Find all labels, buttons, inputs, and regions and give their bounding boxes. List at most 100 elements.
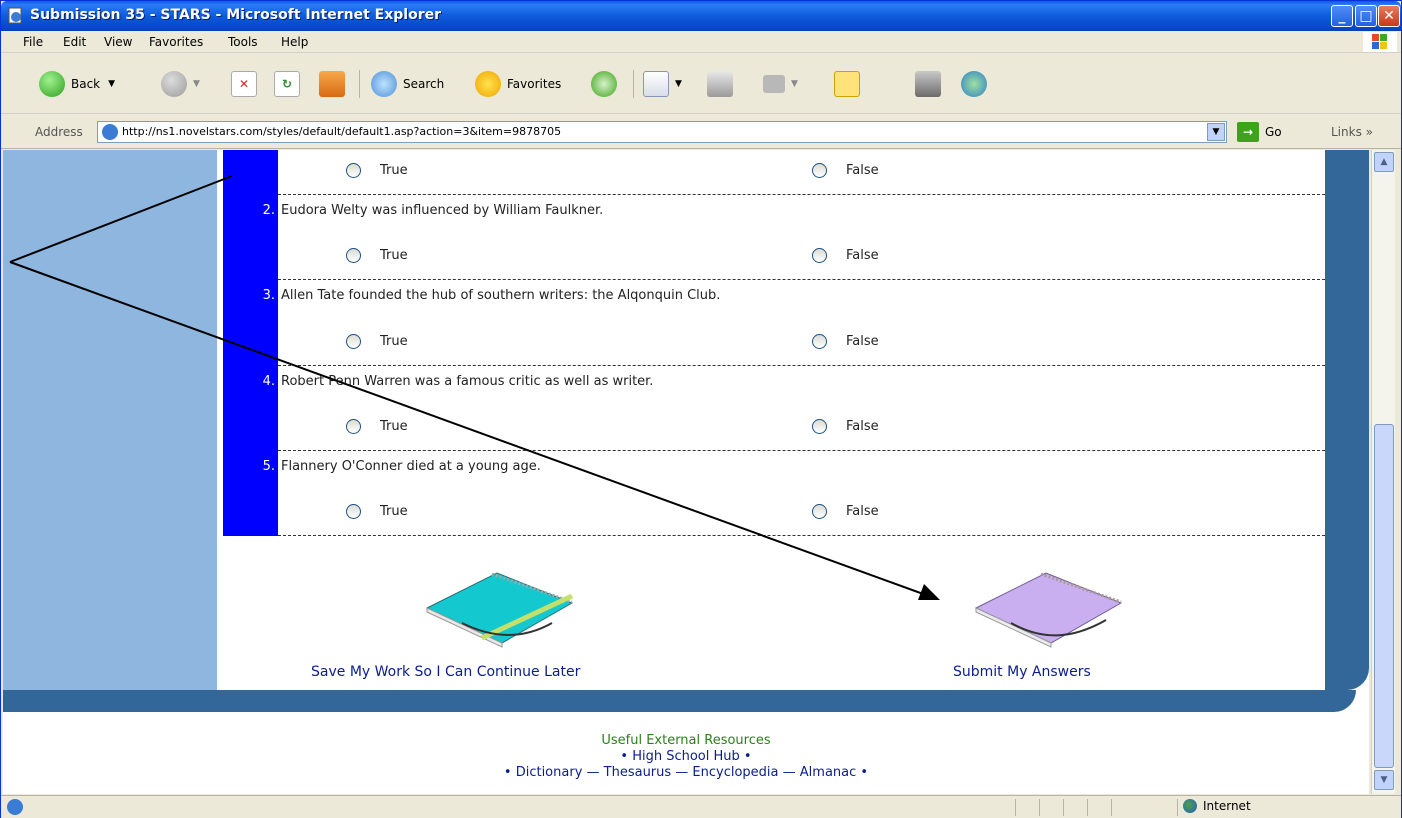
- question-number: 5.: [262, 459, 275, 474]
- back-arrow-icon: [39, 71, 65, 97]
- radio-button[interactable]: [812, 163, 827, 178]
- title-bar: Submission 35 - STARS - Microsoft Intern…: [1, 1, 1401, 31]
- answer-false[interactable]: False: [812, 163, 879, 178]
- radio-button[interactable]: [346, 334, 361, 349]
- question-text: Flannery O'Conner died at a young age.: [281, 459, 541, 474]
- refresh-icon: ↻: [274, 71, 300, 97]
- save-notebook-icon[interactable]: [422, 568, 582, 648]
- standard-toolbar: Back ▼ ▼ ✕ ↻ Search Favorites ▼ ▼: [1, 54, 1401, 114]
- favorites-label: Favorites: [507, 77, 562, 91]
- edit-dropdown-icon[interactable]: ▼: [791, 79, 798, 89]
- menu-view[interactable]: View: [104, 35, 132, 49]
- status-divider: [1177, 799, 1178, 816]
- answer-label: False: [846, 419, 879, 434]
- footer-reference-links[interactable]: • Dictionary — Thesaurus — Encyclopedia …: [3, 765, 1369, 780]
- scroll-up-button[interactable]: ▲: [1374, 152, 1394, 172]
- back-label: Back: [71, 77, 101, 91]
- submit-answers-link[interactable]: Submit My Answers: [953, 664, 1091, 680]
- radio-button[interactable]: [346, 163, 361, 178]
- status-divider: [1039, 799, 1040, 816]
- maximize-button[interactable]: □: [1355, 5, 1377, 27]
- answer-true[interactable]: True: [346, 163, 408, 178]
- history-button[interactable]: [591, 68, 623, 100]
- research-button[interactable]: [915, 68, 947, 100]
- bottom-frame-band: [3, 690, 1356, 712]
- window-title: Submission 35 - STARS - Microsoft Intern…: [30, 7, 442, 23]
- forward-button[interactable]: ▼: [161, 68, 200, 100]
- menu-favorites[interactable]: Favorites: [149, 35, 203, 49]
- favorites-button[interactable]: Favorites: [475, 68, 561, 100]
- address-field[interactable]: http://ns1.novelstars.com/styles/default…: [97, 121, 1227, 143]
- answer-true[interactable]: True: [346, 419, 408, 434]
- address-url: http://ns1.novelstars.com/styles/default…: [122, 125, 562, 138]
- radio-button[interactable]: [812, 419, 827, 434]
- links-toolbar[interactable]: Links »: [1331, 125, 1373, 139]
- search-label: Search: [403, 77, 445, 91]
- refresh-button[interactable]: ↻: [274, 68, 306, 100]
- zone-label: Internet: [1203, 799, 1251, 813]
- radio-button[interactable]: [346, 248, 361, 263]
- status-divider: [1063, 799, 1064, 816]
- toolbar-separator: [359, 70, 360, 98]
- radio-button[interactable]: [812, 248, 827, 263]
- answer-false[interactable]: False: [812, 419, 879, 434]
- scroll-down-button[interactable]: ▼: [1374, 770, 1394, 790]
- search-button[interactable]: Search: [371, 68, 444, 100]
- globe-icon: [1183, 799, 1197, 813]
- forward-dropdown-icon[interactable]: ▼: [193, 79, 200, 89]
- question-row: Robert Penn Warren was a famous critic a…: [278, 366, 1325, 451]
- answer-true[interactable]: True: [346, 504, 408, 519]
- question-text: Eudora Welty was influenced by William F…: [281, 203, 604, 218]
- radio-button[interactable]: [812, 334, 827, 349]
- answer-label: True: [380, 163, 408, 178]
- menu-tools[interactable]: Tools: [228, 35, 258, 49]
- print-icon: [707, 71, 733, 97]
- messenger-button[interactable]: [961, 68, 993, 100]
- footer-hub-link[interactable]: • High School Hub •: [3, 749, 1369, 764]
- answer-true[interactable]: True: [346, 334, 408, 349]
- status-divider: [1087, 799, 1088, 816]
- submit-notebook-icon[interactable]: [971, 568, 1131, 648]
- mail-dropdown-icon[interactable]: ▼: [675, 79, 682, 89]
- menu-file[interactable]: File: [23, 35, 43, 49]
- radio-button[interactable]: [346, 419, 361, 434]
- menu-edit[interactable]: Edit: [63, 35, 86, 49]
- go-button[interactable]: → Go: [1237, 122, 1282, 142]
- vertical-scrollbar[interactable]: ▲ ▼: [1371, 150, 1395, 794]
- security-zone: Internet: [1183, 799, 1251, 813]
- edit-icon: [763, 75, 785, 93]
- discuss-button[interactable]: [834, 68, 866, 100]
- page-content: True False 2. Eudora Welty was influence…: [3, 150, 1369, 794]
- footer-title: Useful External Resources: [601, 733, 771, 748]
- radio-button[interactable]: [346, 504, 361, 519]
- ie-page-icon: [102, 124, 118, 140]
- answer-false[interactable]: False: [812, 504, 879, 519]
- question-row: True False: [278, 150, 1325, 195]
- menu-help[interactable]: Help: [281, 35, 308, 49]
- mail-button[interactable]: ▼: [643, 68, 682, 100]
- back-button[interactable]: Back ▼: [39, 68, 115, 100]
- answer-false[interactable]: False: [812, 334, 879, 349]
- stop-button[interactable]: ✕: [231, 68, 263, 100]
- windows-logo-icon: [1363, 32, 1397, 52]
- go-arrow-icon: →: [1237, 122, 1259, 142]
- menu-bar: File Edit View Favorites Tools Help: [1, 31, 1401, 53]
- save-work-link[interactable]: Save My Work So I Can Continue Later: [311, 664, 580, 680]
- back-dropdown-icon[interactable]: ▼: [108, 79, 115, 89]
- edit-button[interactable]: ▼: [763, 68, 798, 100]
- minimize-button[interactable]: _: [1331, 5, 1353, 27]
- answer-false[interactable]: False: [812, 248, 879, 263]
- address-dropdown-icon[interactable]: ▼: [1207, 123, 1225, 141]
- close-button[interactable]: ✕: [1378, 5, 1400, 27]
- question-row: Flannery O'Conner died at a young age. T…: [278, 451, 1325, 536]
- radio-button[interactable]: [812, 504, 827, 519]
- scroll-thumb[interactable]: [1374, 424, 1394, 768]
- question-number: 2.: [262, 203, 275, 218]
- page-status-icon: [7, 799, 23, 815]
- print-button[interactable]: [707, 68, 739, 100]
- home-button[interactable]: [319, 68, 351, 100]
- links-label: Links: [1331, 125, 1362, 139]
- status-divider: [1111, 799, 1112, 816]
- answer-true[interactable]: True: [346, 248, 408, 263]
- address-bar: Address http://ns1.novelstars.com/styles…: [1, 115, 1401, 149]
